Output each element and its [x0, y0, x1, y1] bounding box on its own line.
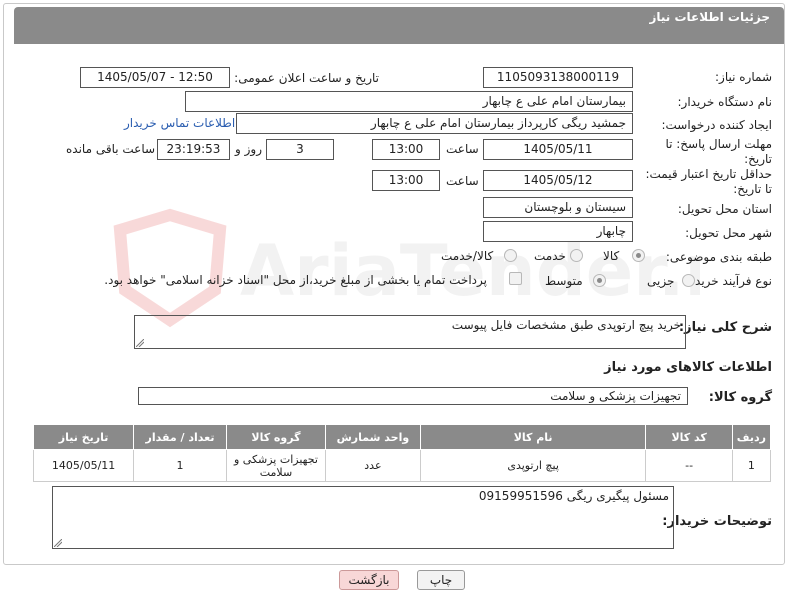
validity-hour-label: ساعت: [446, 174, 479, 188]
reply-hour-label: ساعت: [446, 142, 479, 156]
day-and-label: روز و: [235, 142, 262, 156]
print-button[interactable]: چاپ: [417, 570, 465, 590]
general-desc-textarea[interactable]: خرید پیچ ارتوپدی طبق مشخصات فایل پیوست: [134, 315, 686, 349]
announce-datetime-label: تاریخ و ساعت اعلان عمومی:: [234, 71, 379, 85]
buyer-contact-link[interactable]: اطلاعات تماس خریدار: [124, 116, 235, 130]
general-desc-label: شرح کلی نیاز:: [678, 320, 772, 335]
goods-group-value: تجهیزات پزشکی و سلامت: [138, 387, 688, 405]
category-option-service: خدمت: [534, 249, 566, 263]
watermark-text: AriaTender.net: [240, 230, 700, 312]
announce-datetime-value: 1405/05/07 - 12:50: [80, 67, 230, 88]
goods-info-heading: اطلاعات کالاهای مورد نیاز: [604, 360, 772, 375]
buyer-org-label: نام دستگاه خریدار:: [677, 95, 773, 109]
col-row-number: ردیف: [731, 424, 772, 450]
watermark-logo: AriaTender.net: [113, 208, 700, 328]
buyer-org-value: بیمارستان امام علی ع چابهار: [185, 91, 633, 112]
cell-quantity: 1: [133, 449, 227, 482]
cell-unit: عدد: [324, 449, 421, 482]
delivery-province-label: استان محل تحویل:: [677, 202, 772, 216]
buyer-notes-textarea[interactable]: مسئول پیگیری ریگی 09159951596: [52, 486, 674, 549]
category-radio-service[interactable]: [570, 249, 583, 262]
resize-grip-icon[interactable]: [54, 539, 62, 547]
process-option-medium: متوسط: [545, 274, 583, 288]
process-radio-minor[interactable]: [682, 274, 695, 287]
category-radio-goods-service[interactable]: [504, 249, 517, 262]
back-button[interactable]: بازگشت: [339, 570, 399, 590]
category-option-goods: کالا: [603, 249, 620, 263]
category-label: طبقه بندی موضوعی:: [665, 250, 772, 264]
process-radio-medium[interactable]: [593, 274, 606, 287]
cell-need-date: 1405/05/11: [32, 449, 135, 482]
category-option-goods-service: کالا/خدمت: [441, 249, 494, 263]
page-title: جزئیات اطلاعات نیاز: [649, 10, 770, 24]
reply-date-value: 1405/05/11: [483, 139, 633, 160]
col-goods-group: گروه کالا: [225, 424, 326, 450]
col-quantity: تعداد / مقدار: [133, 424, 227, 450]
category-radio-goods[interactable]: [632, 249, 645, 262]
table-header-row: ردیف کد کالا نام کالا واحد شمارش گروه کا…: [32, 424, 772, 450]
cell-item-code: --: [645, 449, 733, 482]
col-unit: واحد شمارش: [324, 424, 421, 450]
col-need-date: تاریخ نیاز: [32, 424, 135, 450]
creator-value: جمشید ریگی کارپرداز بیمارستان امام علی ع…: [236, 113, 633, 134]
reply-deadline-label: مهلت ارسال پاسخ: تا تاریخ:: [665, 137, 772, 166]
treasury-checkbox[interactable]: [509, 272, 522, 285]
buyer-notes-label: توضیحات خریدار:: [662, 514, 772, 529]
cell-item-name: پیچ ارتوپدی: [419, 449, 647, 482]
delivery-province-value: سیستان و بلوچستان: [483, 197, 633, 218]
purchase-process-label: نوع فرآیند خرید :: [687, 274, 772, 288]
table-row: 1 -- پیچ ارتوپدی عدد تجهیزات پزشکی و سلا…: [32, 449, 772, 482]
need-number-label: شماره نیاز:: [715, 70, 772, 84]
col-item-code: کد کالا: [645, 424, 733, 450]
col-item-name: نام کالا: [419, 424, 647, 450]
remaining-time-value: 23:19:53: [157, 139, 230, 160]
cell-row-number: 1: [731, 449, 772, 482]
validity-date-value: 1405/05/12: [483, 170, 633, 191]
resize-grip-icon[interactable]: [136, 339, 144, 347]
delivery-city-label: شهر محل تحویل:: [685, 226, 772, 240]
treasury-note: پرداخت تمام یا بخشی از مبلغ خرید،از محل …: [104, 273, 487, 287]
watermark-shield-icon: [113, 208, 227, 328]
need-number-value: 1105093138000119: [483, 67, 633, 88]
items-table: ردیف کد کالا نام کالا واحد شمارش گروه کا…: [32, 424, 772, 482]
process-option-minor: جزیی: [647, 274, 675, 288]
delivery-city-value: چابهار: [483, 221, 633, 242]
reply-time-value: 13:00: [372, 139, 440, 160]
cell-goods-group: تجهیزات پزشکی و سلامت: [225, 449, 326, 482]
goods-group-label: گروه کالا:: [708, 390, 772, 405]
hours-remaining-label: ساعت باقی مانده: [66, 142, 156, 156]
validity-time-value: 13:00: [372, 170, 440, 191]
reply-days-value: 3: [266, 139, 334, 160]
price-validity-label: حداقل تاریخ اعتبار قیمت: تا تاریخ:: [645, 167, 772, 196]
creator-label: ایجاد کننده درخواست:: [661, 118, 772, 132]
